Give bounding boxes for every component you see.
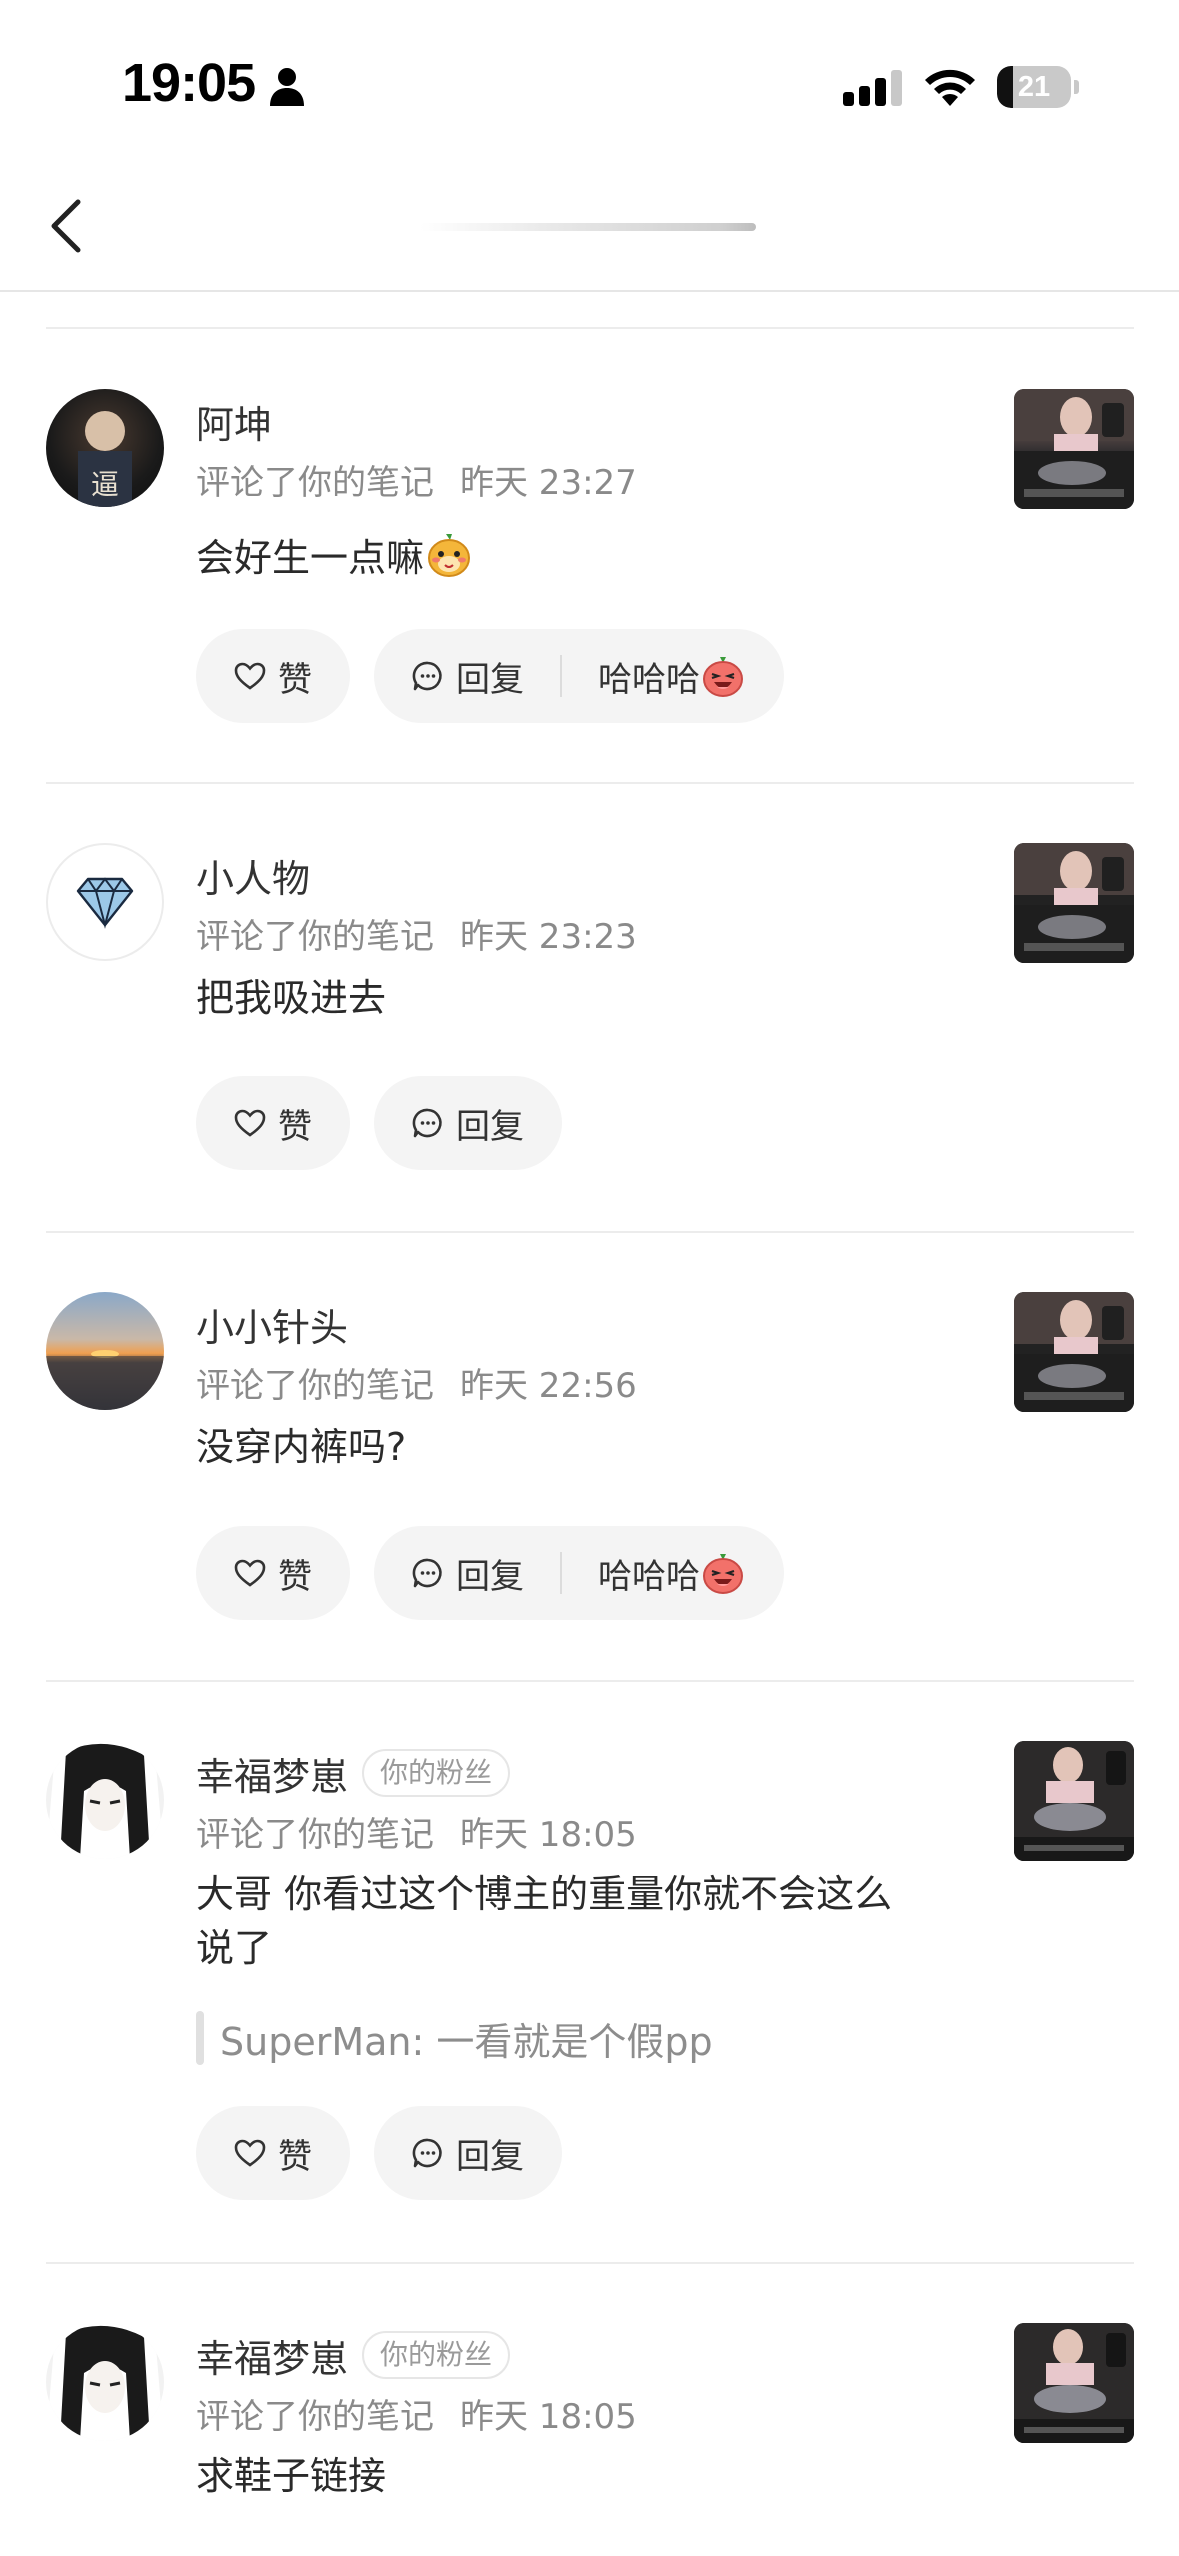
comment-body: 没穿内裤吗? (196, 1425, 407, 1469)
action-text: 评论了你的笔记 (196, 463, 434, 503)
status-bar: 19:05 21 (0, 0, 1179, 160)
note-thumbnail[interactable] (1014, 2323, 1134, 2443)
reply-button[interactable]: 回复 (374, 2106, 562, 2200)
divider (46, 2262, 1134, 2264)
quick-reply-label: 哈哈哈 (598, 1556, 700, 1597)
reply-label: 回复 (456, 659, 524, 700)
reply-label: 回复 (456, 1556, 524, 1597)
diamond-icon (76, 877, 134, 929)
person-icon (270, 68, 304, 106)
comment-body-line: 说了 (196, 1926, 273, 1970)
reply-button[interactable]: 回复 哈哈哈 (374, 1526, 784, 1620)
heart-icon (234, 662, 266, 690)
comment-meta: 评论了你的笔记 昨天 23:27 (196, 455, 637, 504)
like-button[interactable]: 赞 (196, 1526, 350, 1620)
laugh-emoji (703, 1554, 743, 1594)
quick-reply-label: 哈哈哈 (598, 659, 700, 700)
username[interactable]: 小人物 (196, 848, 310, 903)
divider (46, 1231, 1134, 1233)
status-time: 19:05 (122, 53, 256, 113)
comment-body-line: 大哥 你看过这个博主的重量你就不会这么 (196, 1872, 893, 1916)
like-label: 赞 (278, 2136, 312, 2177)
comment-meta: 评论了你的笔记 昨天 22:56 (196, 1358, 637, 1407)
comment-text: 把我吸进去 (196, 971, 976, 1025)
action-text: 评论了你的笔记 (196, 1815, 434, 1855)
action-text: 评论了你的笔记 (196, 917, 434, 957)
like-button[interactable]: 赞 (196, 629, 350, 723)
list-item[interactable]: 逼 阿坤 评论了你的笔记 昨天 23:27 会好生一点嘛 赞 回复 哈哈哈 (0, 389, 1179, 729)
like-label: 赞 (278, 659, 312, 700)
nav-bar (0, 160, 1179, 292)
laugh-emoji (703, 657, 743, 697)
username[interactable]: 幸福梦崽 (196, 1746, 348, 1801)
comment-meta: 评论了你的笔记 昨天 18:05 (196, 2389, 637, 2438)
quick-reply-button[interactable]: 哈哈哈 (598, 652, 746, 701)
action-text: 评论了你的笔记 (196, 1366, 434, 1406)
list-item[interactable]: 小人物 评论了你的笔记 昨天 23:23 把我吸进去 赞 回复 (0, 843, 1179, 1183)
heart-icon (234, 1559, 266, 1587)
battery-percent: 21 (1017, 71, 1051, 103)
comment-bubble-icon (412, 1558, 442, 1588)
note-thumbnail[interactable] (1014, 389, 1134, 509)
like-label: 赞 (278, 1556, 312, 1597)
note-thumbnail[interactable] (1014, 843, 1134, 963)
like-button[interactable]: 赞 (196, 2106, 350, 2200)
divider (46, 327, 1134, 329)
quoted-comment[interactable]: SuperMan: 一看就是个假pp (196, 2010, 713, 2066)
divider (46, 1680, 1134, 1682)
svg-text:逼: 逼 (91, 468, 119, 501)
action-text: 评论了你的笔记 (196, 2397, 434, 2437)
heart-icon (234, 1109, 266, 1137)
comment-text: 没穿内裤吗? (196, 1420, 976, 1474)
like-button[interactable]: 赞 (196, 1076, 350, 1170)
nav-title-placeholder (420, 223, 756, 231)
quick-reply-button[interactable]: 哈哈哈 (598, 1549, 746, 1598)
like-label: 赞 (278, 1106, 312, 1147)
comment-body: 求鞋子链接 (196, 2454, 387, 2498)
reply-button[interactable]: 回复 哈哈哈 (374, 629, 784, 723)
avatar[interactable] (46, 2323, 164, 2441)
note-thumbnail[interactable] (1014, 1292, 1134, 1412)
timestamp: 昨天 22:56 (460, 1366, 637, 1406)
chevron-left-icon[interactable] (40, 190, 96, 262)
avatar[interactable]: 逼 (46, 389, 164, 507)
list-item[interactable]: 幸福梦崽 你的粉丝 评论了你的笔记 昨天 18:05 大哥 你看过这个博主的重量你… (0, 1741, 1179, 2221)
timestamp: 昨天 18:05 (460, 1815, 637, 1855)
timestamp: 昨天 18:05 (460, 2397, 637, 2437)
reply-label: 回复 (456, 1106, 524, 1147)
username[interactable]: 小小针头 (196, 1297, 348, 1352)
comment-body: 会好生一点嘛 (196, 536, 425, 580)
quoted-comment-text: SuperMan: 一看就是个假pp (220, 2019, 713, 2064)
heart-icon (234, 2139, 266, 2167)
note-thumbnail[interactable] (1014, 1741, 1134, 1861)
list-item[interactable]: 幸福梦崽 你的粉丝 评论了你的笔记 昨天 18:05 求鞋子链接 (0, 2323, 1179, 2556)
wifi-icon (925, 69, 975, 106)
battery-icon: 21 (997, 66, 1079, 108)
timestamp: 昨天 23:27 (460, 463, 637, 503)
comment-bubble-icon (412, 1108, 442, 1138)
divider (46, 782, 1134, 784)
reply-label: 回复 (456, 2136, 524, 2177)
fan-badge: 你的粉丝 (362, 2331, 511, 2379)
comment-text: 大哥 你看过这个博主的重量你就不会这么 说了 (196, 1867, 976, 1975)
avatar[interactable] (46, 1292, 164, 1410)
reply-button[interactable]: 回复 (374, 1076, 562, 1170)
cellular-signal-icon (843, 70, 902, 106)
avatar[interactable] (46, 843, 164, 961)
username[interactable]: 幸福梦崽 (196, 2328, 348, 2383)
list-item[interactable]: 小小针头 评论了你的笔记 昨天 22:56 没穿内裤吗? 赞 回复 哈哈哈 (0, 1292, 1179, 1632)
comment-text: 求鞋子链接 (196, 2449, 976, 2503)
comment-bubble-icon (412, 661, 442, 691)
timestamp: 昨天 23:23 (460, 917, 637, 957)
comment-body: 把我吸进去 (196, 976, 387, 1020)
avatar[interactable] (46, 1741, 164, 1859)
comment-bubble-icon (412, 2138, 442, 2168)
fan-badge: 你的粉丝 (362, 1749, 511, 1797)
comment-text: 会好生一点嘛 (196, 529, 976, 585)
comment-meta: 评论了你的笔记 昨天 23:23 (196, 909, 637, 958)
cat-face-emoji (428, 534, 471, 577)
username[interactable]: 阿坤 (196, 394, 272, 449)
comment-meta: 评论了你的笔记 昨天 18:05 (196, 1807, 637, 1856)
